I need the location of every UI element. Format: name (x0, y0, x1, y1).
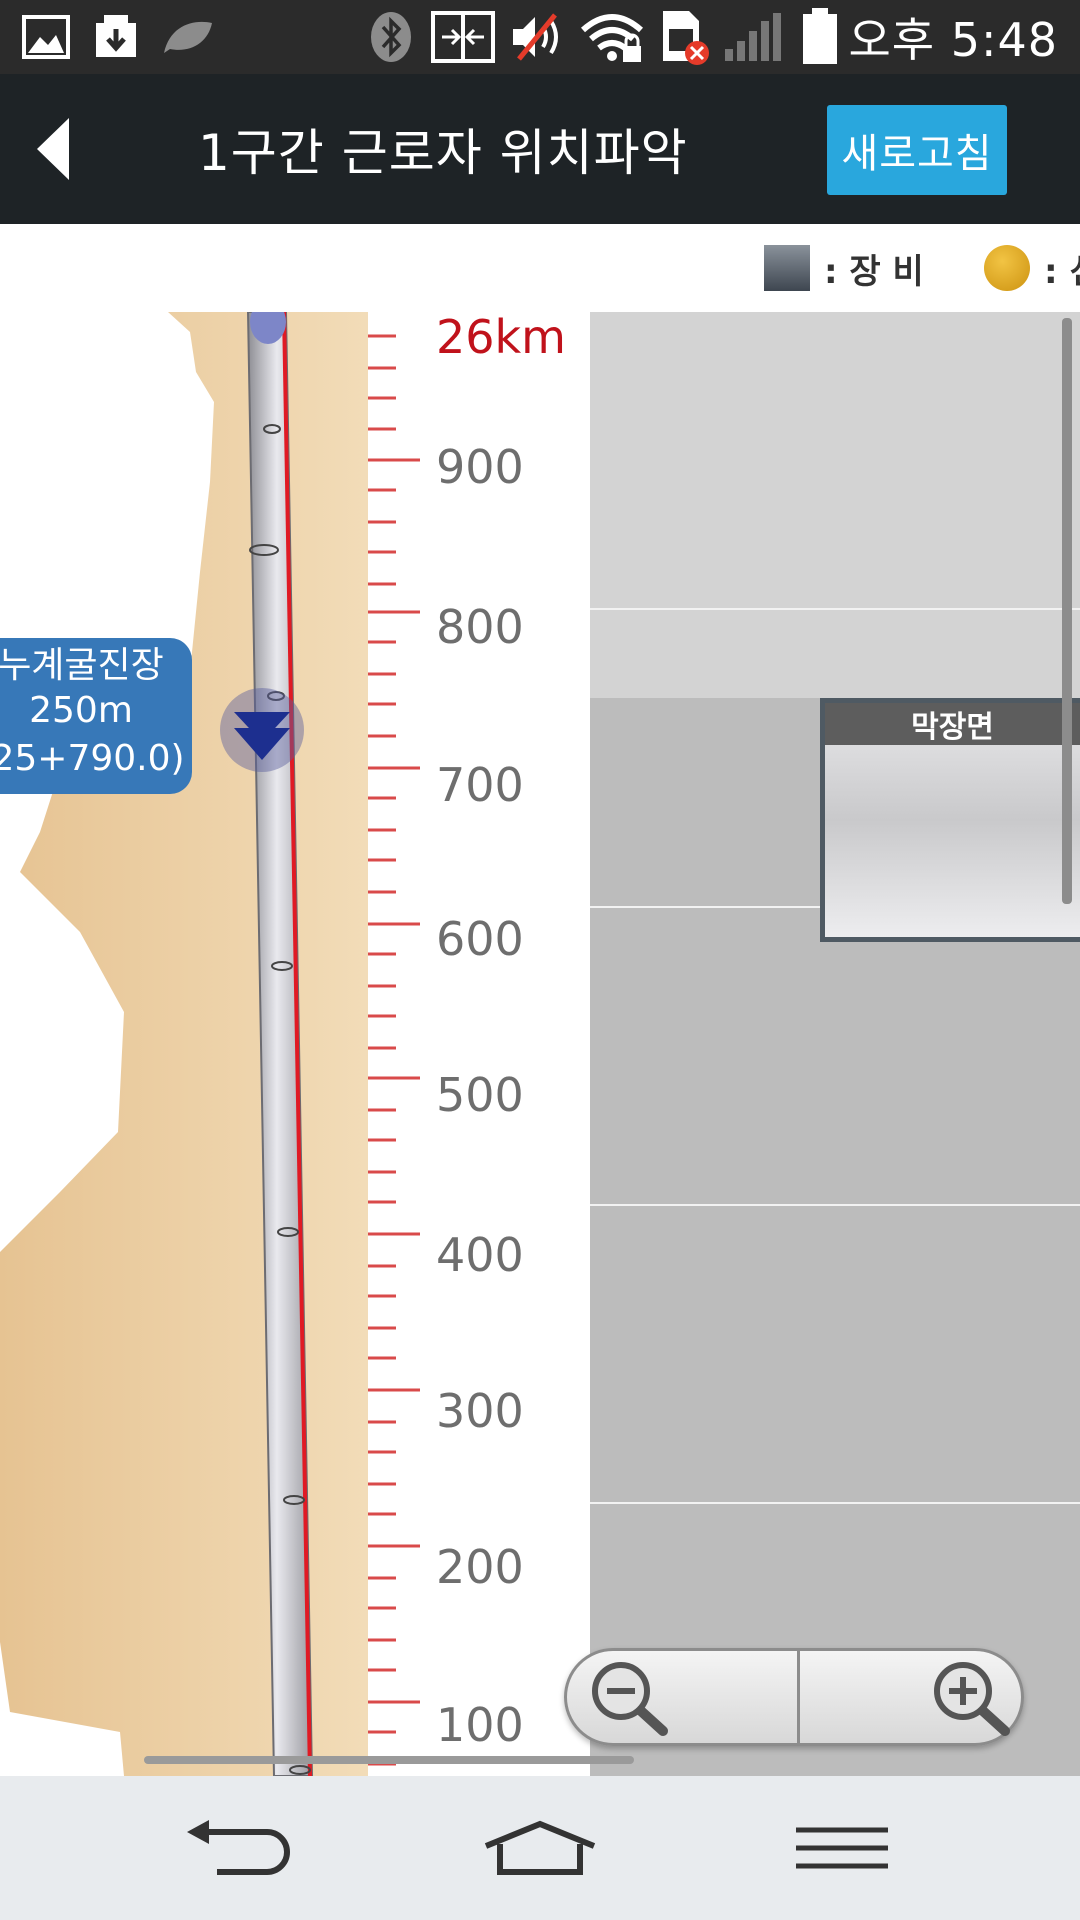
worker-callout-station: (25+790.0) (0, 738, 185, 779)
vertical-scrollbar[interactable] (1062, 318, 1072, 904)
tunnel-section-panel: 막장면 (590, 312, 1080, 1776)
excavated-zone (590, 312, 1080, 698)
battery-icon (796, 0, 844, 74)
legend-person-label: : 신 (1044, 251, 1080, 292)
legend-equipment: : 장 비 (764, 224, 924, 312)
back-button[interactable] (18, 114, 88, 184)
status-bar: 오후 5:48 (0, 0, 1080, 74)
ruler-label-top: 26km (436, 312, 566, 364)
signal-icon (722, 0, 782, 74)
working-face-title: 막장면 (825, 703, 1080, 745)
worker-position-callout[interactable]: 누계굴진장 250m (25+790.0) (0, 638, 192, 794)
worker-callout-title: 누계굴진장 (0, 645, 164, 686)
tunnel-map[interactable]: 26km 900 800 700 600 500 400 300 200 100… (0, 312, 1080, 1776)
legend: : 장 비 : 신 (0, 224, 1080, 312)
equipment-swatch (764, 245, 810, 291)
screen-share-icon (428, 0, 498, 74)
horizontal-scrollbar[interactable] (144, 1756, 634, 1764)
back-icon (187, 1820, 290, 1875)
position-marker-icon[interactable] (218, 686, 306, 774)
home-icon (484, 1820, 596, 1875)
person-swatch (984, 245, 1030, 291)
nav-home-button[interactable] (460, 1776, 620, 1920)
zoom-in-button[interactable] (801, 1651, 1027, 1743)
download-icon (88, 0, 144, 74)
grid-line (590, 1204, 1080, 1206)
zoom-out-button[interactable] (567, 1651, 793, 1743)
menu-icon (796, 1827, 888, 1869)
ruler-label: 600 (436, 912, 524, 966)
wifi-lock-icon (578, 0, 646, 74)
bluetooth-icon (366, 0, 416, 74)
zoom-controls (564, 1648, 1024, 1746)
ruler-label: 900 (436, 440, 524, 494)
nav-back-button[interactable] (158, 1776, 318, 1920)
navigation-bar (0, 1776, 1080, 1920)
sim-error-icon (656, 0, 712, 74)
ruler-label: 700 (436, 758, 524, 812)
working-face-box[interactable]: 막장면 (820, 698, 1080, 942)
app-header: 1구간 근로자 위치파악 새로고침 (0, 74, 1080, 224)
zoom-out-icon (592, 1662, 668, 1736)
ruler-label: 800 (436, 600, 524, 654)
leaf-icon (158, 0, 218, 74)
ruler-label: 100 (436, 1698, 524, 1752)
worker-callout-distance: 250m (29, 690, 133, 731)
page-title: 1구간 근로자 위치파악 (198, 124, 688, 182)
grid-line (590, 1502, 1080, 1504)
ruler-label: 500 (436, 1068, 524, 1122)
refresh-button[interactable]: 새로고침 (827, 105, 1007, 195)
status-time: 오후 5:48 (848, 13, 1058, 67)
grid-line (590, 608, 1080, 610)
legend-equipment-label: : 장 비 (824, 251, 924, 292)
gallery-icon (18, 0, 74, 74)
mute-icon (508, 0, 568, 74)
ruler-label: 200 (436, 1540, 524, 1594)
ruler-label: 400 (436, 1228, 524, 1282)
nav-menu-button[interactable] (762, 1776, 922, 1920)
zoom-in-icon (934, 1662, 1010, 1736)
zoom-divider (797, 1651, 800, 1743)
legend-person: : 신 (984, 224, 1080, 312)
back-arrow-icon (37, 118, 69, 180)
ruler-label: 300 (436, 1384, 524, 1438)
